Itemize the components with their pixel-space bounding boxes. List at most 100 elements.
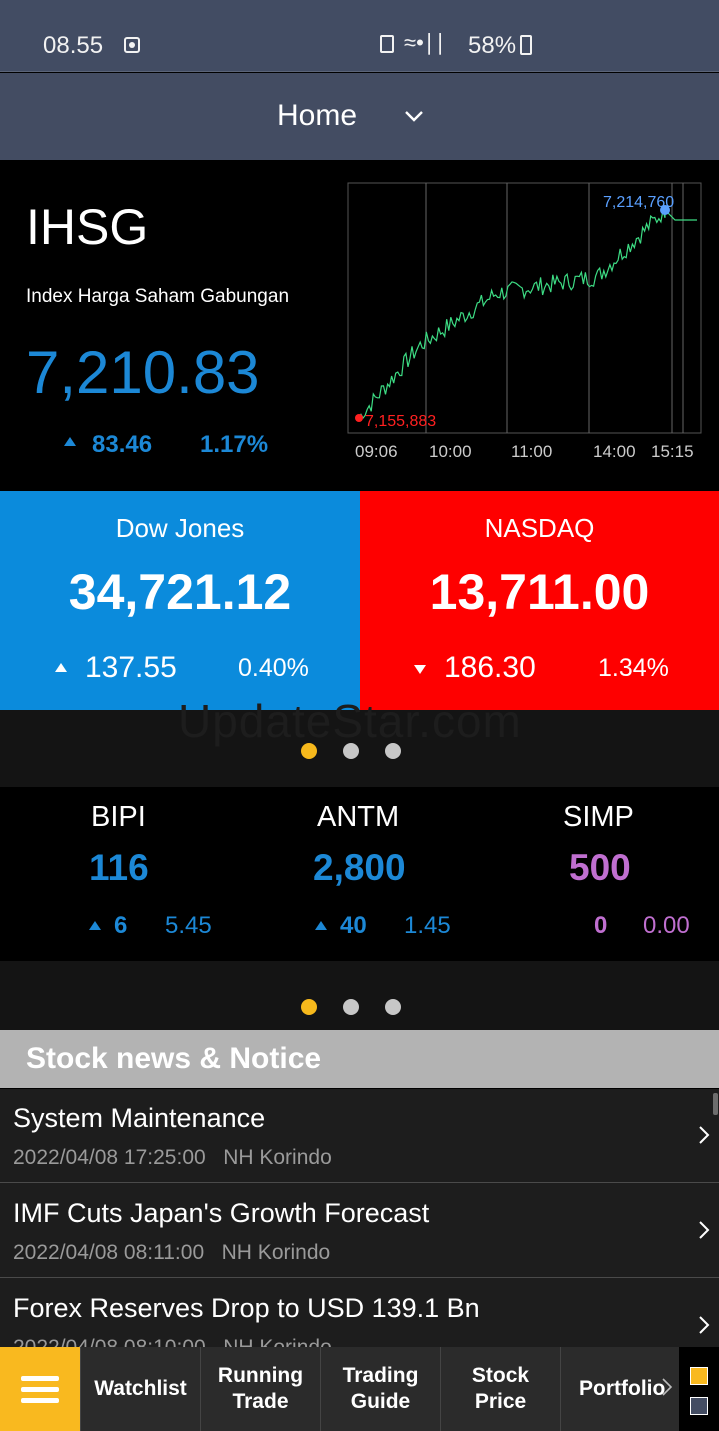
world-index-name: NASDAQ <box>484 513 595 543</box>
stock-change: 40 <box>340 912 367 939</box>
page-indicator-icon <box>690 1397 708 1415</box>
time-label: 11:00 <box>511 442 552 461</box>
stock-card-bipi[interactable]: BIPI 116 6 5.45 <box>0 787 240 961</box>
news-item[interactable]: IMF Cuts Japan's Growth Forecast 2022/04… <box>0 1184 719 1278</box>
nav-label: Portfolio <box>579 1377 666 1400</box>
news-title: IMF Cuts Japan's Growth Forecast <box>13 1198 430 1228</box>
time-label: 09:06 <box>355 442 398 461</box>
page-switcher[interactable] <box>679 1347 719 1431</box>
nav-watchlist[interactable]: Watchlist <box>80 1347 200 1431</box>
news-source: NH Korindo <box>223 1146 332 1169</box>
down-arrow-icon <box>414 665 426 674</box>
stock-strip: BIPI 116 6 5.45 ANTM 2,800 40 1.45 SIMP … <box>0 787 719 961</box>
world-index-name: Dow Jones <box>115 513 245 543</box>
world-index-change: 186.30 <box>444 651 536 684</box>
nav-stock-price[interactable]: Stock Price <box>440 1347 560 1431</box>
hamburger-icon <box>21 1398 59 1403</box>
dow-jones-card[interactable]: Dow Jones 34,721.12 137.55 0.40% <box>0 491 360 710</box>
world-index-change-pct: 0.40% <box>238 654 309 682</box>
stock-change: 6 <box>114 912 128 939</box>
page-dot[interactable] <box>343 999 359 1015</box>
ihsg-panel[interactable]: IHSG Index Harga Saham Gabungan 7,210.83… <box>0 160 719 490</box>
watermark: UpdateStar.com <box>178 695 522 747</box>
stock-change-pct: 0.00 <box>643 912 690 939</box>
news-section-title: Stock news & Notice <box>26 1042 322 1075</box>
stock-change: 0 <box>594 912 608 939</box>
wifi-signal-icon: ≈•∣∣ <box>404 30 446 55</box>
chevron-right-icon[interactable] <box>660 1373 674 1401</box>
nav-label: Trading Guide <box>342 1364 419 1413</box>
page-dot[interactable] <box>385 999 401 1015</box>
nav-label: Running Trade <box>217 1364 304 1413</box>
news-item[interactable]: Forex Reserves Drop to USD 139.1 Bn 2022… <box>0 1279 719 1347</box>
up-arrow-icon <box>315 921 327 930</box>
hamburger-icon <box>21 1376 59 1381</box>
stock-price: 2,800 <box>313 847 406 888</box>
time-label: 10:00 <box>429 442 472 461</box>
world-index-value: 34,721.12 <box>68 564 292 620</box>
app-header: Home <box>0 73 719 160</box>
news-item[interactable]: System Maintenance 2022/04/08 17:25:00 N… <box>0 1089 719 1183</box>
recycle-icon <box>380 35 394 53</box>
world-index-value: 13,711.00 <box>429 564 650 620</box>
up-arrow-icon <box>64 437 76 446</box>
news-scrollbar[interactable] <box>713 1093 718 1115</box>
price-line <box>358 208 697 420</box>
world-index-change: 137.55 <box>85 651 177 684</box>
stock-code: SIMP <box>563 801 634 833</box>
chevron-down-icon[interactable] <box>404 106 424 126</box>
news-date: 2022/04/08 17:25:00 <box>13 1146 206 1169</box>
page-dot-active[interactable] <box>301 999 317 1015</box>
nav-trading-guide[interactable]: Trading Guide <box>320 1347 440 1431</box>
menu-button[interactable] <box>0 1347 80 1431</box>
news-section-header[interactable]: Stock news & Notice <box>0 1030 719 1088</box>
up-arrow-icon <box>55 663 67 672</box>
stock-change-pct: 5.45 <box>165 912 212 939</box>
nav-running-trade[interactable]: Running Trade <box>200 1347 320 1431</box>
stock-change-pct: 1.45 <box>404 912 451 939</box>
time-label: 14:00 <box>593 442 636 461</box>
news-meta: 2022/04/08 08:11:00 NH Korindo <box>13 1241 330 1265</box>
stock-code: BIPI <box>91 801 146 833</box>
carousel-indicator <box>0 961 719 1030</box>
news-source: NH Korindo <box>223 1336 332 1347</box>
status-time: 08.55 <box>43 32 104 59</box>
news-list[interactable]: System Maintenance 2022/04/08 17:25:00 N… <box>0 1089 719 1347</box>
world-index-change-pct: 1.34% <box>598 654 669 682</box>
chevron-right-icon <box>699 1221 710 1239</box>
hamburger-icon <box>21 1387 59 1392</box>
index-change: 83.46 <box>92 431 153 458</box>
chevron-right-icon <box>699 1126 710 1144</box>
stock-price: 116 <box>89 847 149 888</box>
ihsg-intraday-chart: 7,214,760 7,155,883 09:06 10:00 11:00 14… <box>347 182 702 461</box>
nav-label: Watchlist <box>94 1377 187 1400</box>
news-date: 2022/04/08 08:11:00 <box>13 1241 205 1264</box>
index-full-name: Index Harga Saham Gabungan <box>26 286 290 307</box>
battery-icon <box>520 35 532 55</box>
stock-price: 500 <box>569 847 631 888</box>
screenshot-icon <box>124 37 140 53</box>
chart-low-label: 7,155,883 <box>365 413 436 430</box>
chevron-right-icon <box>699 1316 710 1334</box>
stock-card-simp[interactable]: SIMP 500 0 0.00 <box>480 787 719 961</box>
bottom-navigation: Watchlist Running Trade Trading Guide St… <box>0 1347 719 1431</box>
stock-card-antm[interactable]: ANTM 2,800 40 1.45 <box>240 787 480 961</box>
news-source: NH Korindo <box>221 1241 331 1264</box>
page-indicator-active-icon <box>690 1367 708 1385</box>
page-title-dropdown[interactable]: Home <box>277 99 357 133</box>
nasdaq-card[interactable]: NASDAQ 13,711.00 186.30 1.34% <box>360 491 719 710</box>
index-change-pct: 1.17% <box>200 431 269 458</box>
index-value: 7,210.83 <box>26 339 260 406</box>
news-title: Forex Reserves Drop to USD 139.1 Bn <box>13 1293 480 1323</box>
nav-label: Stock Price <box>471 1364 530 1413</box>
up-arrow-icon <box>89 921 101 930</box>
index-code: IHSG <box>26 199 149 255</box>
time-label: 15:15 <box>651 442 694 461</box>
chart-high-label: 7,214,760 <box>603 194 674 211</box>
news-meta: 2022/04/08 08:10:00 NH Korindo <box>13 1336 332 1347</box>
news-title: System Maintenance <box>13 1103 266 1133</box>
news-date: 2022/04/08 08:10:00 <box>13 1336 206 1347</box>
stock-code: ANTM <box>317 801 400 833</box>
status-bar: 08.55 ≈•∣∣ 58% <box>0 0 719 72</box>
battery-percent: 58% <box>468 32 517 59</box>
